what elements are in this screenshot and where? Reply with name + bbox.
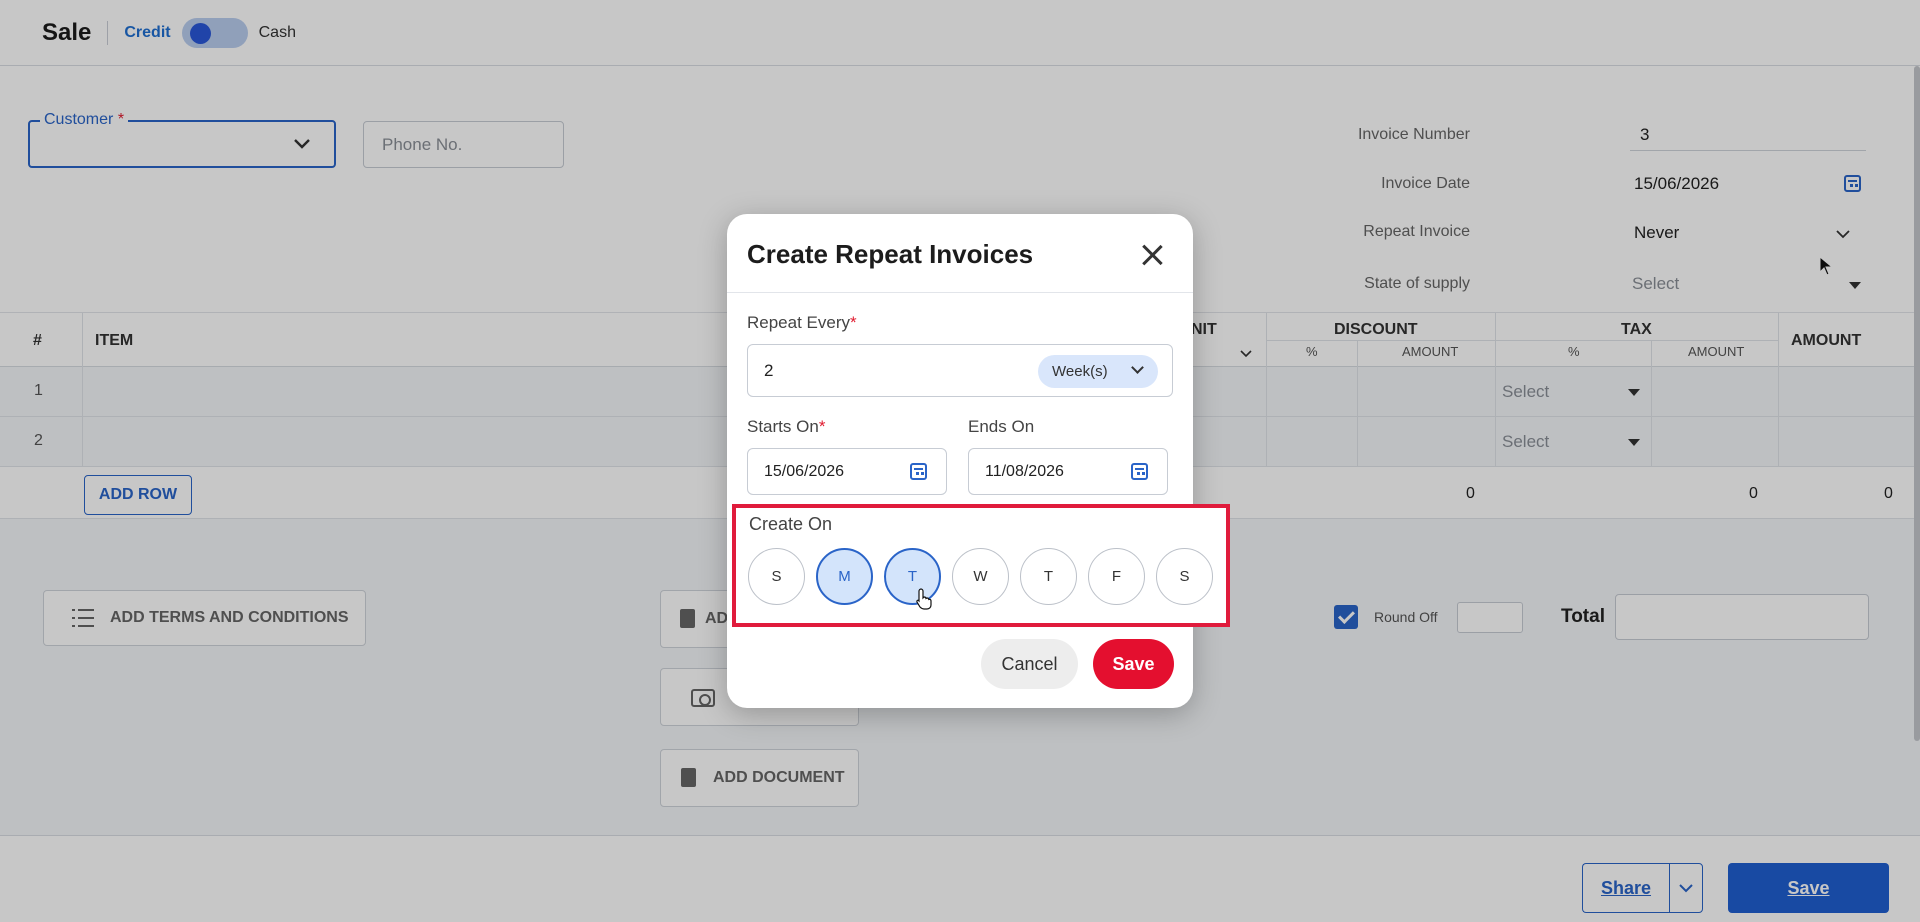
hand-pointer-icon bbox=[916, 588, 932, 610]
dialog-divider bbox=[727, 292, 1193, 293]
chevron-down-icon bbox=[1131, 361, 1144, 374]
save-button[interactable]: Save bbox=[1093, 639, 1174, 689]
create-on-label: Create On bbox=[749, 514, 833, 534]
close-icon[interactable] bbox=[1138, 241, 1166, 269]
starts-on-value: 15/06/2026 bbox=[764, 463, 845, 480]
starts-on-input[interactable]: 15/06/2026 bbox=[747, 448, 947, 495]
repeat-every-value: 2 bbox=[764, 361, 774, 380]
repeat-unit-select[interactable]: Week(s) bbox=[1038, 355, 1158, 388]
starts-on-label: Starts On* bbox=[747, 417, 826, 436]
calendar-icon[interactable] bbox=[910, 463, 927, 480]
day-monday[interactable]: M bbox=[816, 548, 873, 605]
cancel-button[interactable]: Cancel bbox=[981, 639, 1078, 689]
day-friday[interactable]: F bbox=[1088, 548, 1145, 605]
calendar-icon[interactable] bbox=[1131, 463, 1148, 480]
repeat-every-input[interactable]: 2 Week(s) bbox=[747, 344, 1173, 397]
day-tuesday[interactable]: T bbox=[884, 548, 941, 605]
create-repeat-invoices-dialog: Create Repeat Invoices Repeat Every* 2 W… bbox=[727, 214, 1230, 708]
dialog-title: Create Repeat Invoices bbox=[747, 239, 1034, 269]
repeat-unit-label: Week(s) bbox=[1052, 363, 1108, 380]
ends-on-label: Ends On bbox=[968, 417, 1035, 436]
day-wednesday[interactable]: W bbox=[952, 548, 1009, 605]
day-thursday[interactable]: T bbox=[1020, 548, 1077, 605]
day-saturday[interactable]: S bbox=[1156, 548, 1213, 605]
ends-on-input[interactable]: 11/08/2026 bbox=[968, 448, 1168, 495]
create-on-highlight: Create On S M T W T F S bbox=[732, 504, 1230, 627]
day-sunday[interactable]: S bbox=[748, 548, 805, 605]
repeat-every-label: Repeat Every* bbox=[747, 313, 857, 332]
ends-on-value: 11/08/2026 bbox=[985, 463, 1064, 480]
